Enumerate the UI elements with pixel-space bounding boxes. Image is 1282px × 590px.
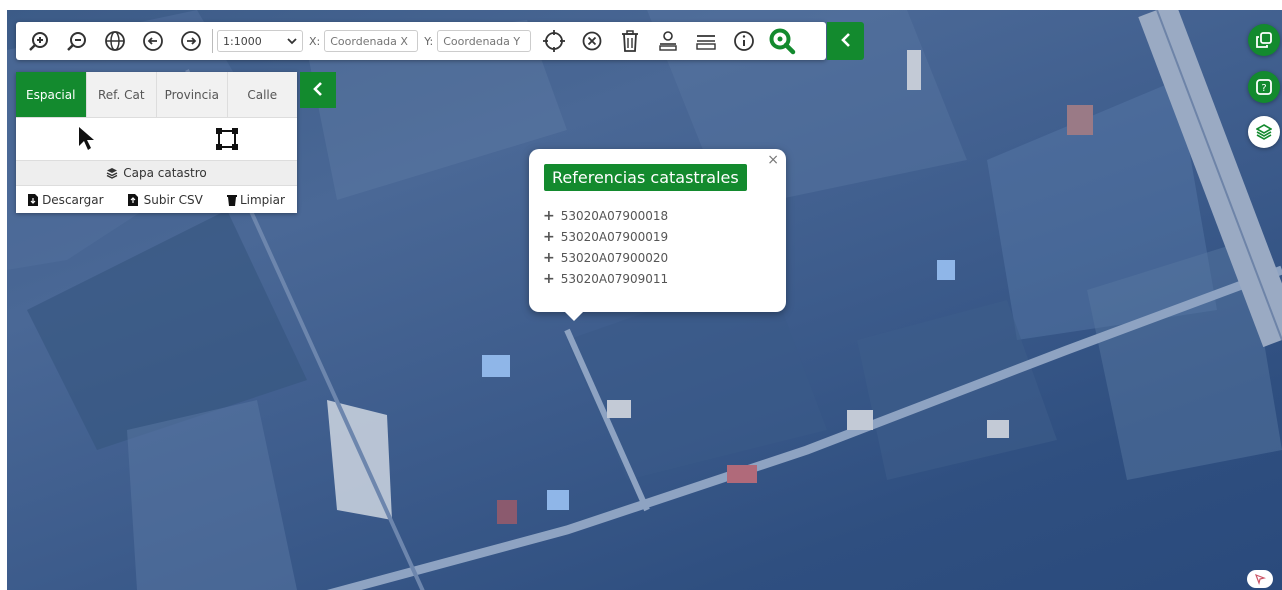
x-coordinate-input[interactable] [324, 30, 419, 52]
measure-distance-icon[interactable] [691, 26, 721, 56]
plus-icon: + [543, 207, 555, 224]
clear-label: Limpiar [239, 192, 285, 207]
toolbar-collapse-button[interactable] [827, 22, 864, 60]
clear-icon[interactable] [577, 26, 607, 56]
y-coordinate-input[interactable] [437, 30, 532, 52]
layer-label: Capa catastro [123, 166, 207, 180]
chevron-left-icon [312, 81, 324, 100]
measure-area-icon[interactable] [653, 26, 683, 56]
svg-text:?: ? [1261, 83, 1266, 94]
info-icon[interactable] [729, 26, 759, 56]
fullscreen-button[interactable] [1248, 24, 1280, 56]
trash-icon [226, 194, 237, 206]
cursor-icon [1254, 573, 1266, 585]
forward-icon[interactable] [176, 26, 206, 56]
zoom-in-icon[interactable] [24, 26, 54, 56]
help-icon: ? [1256, 79, 1272, 95]
list-item[interactable]: +53020A07900019 [543, 226, 668, 247]
back-icon[interactable] [138, 26, 168, 56]
zoom-out-icon[interactable] [62, 26, 92, 56]
map-toolbar: 1:1000 X: Y: [16, 22, 826, 60]
selection-tools [16, 118, 297, 161]
toolbar-divider [212, 29, 213, 53]
download-label: Descargar [42, 192, 104, 207]
layers-icon [1256, 124, 1272, 140]
list-item[interactable]: +53020A07909011 [543, 268, 668, 289]
upload-file-icon [127, 193, 138, 206]
plus-icon: + [543, 249, 555, 266]
help-button[interactable]: ? [1248, 71, 1280, 103]
tab-calle[interactable]: Calle [227, 72, 297, 117]
copy-window-icon [1256, 32, 1272, 48]
download-button[interactable]: Descargar [28, 192, 104, 207]
plus-icon: + [543, 228, 555, 245]
globe-icon[interactable] [100, 26, 130, 56]
scale-select[interactable]: 1:1000 [217, 30, 303, 52]
layers-button[interactable] [1248, 116, 1280, 148]
pointer-select-icon[interactable] [16, 126, 157, 152]
clear-button[interactable]: Limpiar [226, 192, 285, 207]
list-item[interactable]: +53020A07900020 [543, 247, 668, 268]
cadastre-layer-button[interactable]: Capa catastro [16, 161, 297, 186]
cursor-mode-button[interactable] [1247, 570, 1273, 588]
list-item[interactable]: +53020A07900018 [543, 205, 668, 226]
trash-icon[interactable] [615, 26, 645, 56]
y-label: Y: [424, 34, 434, 48]
box-select-icon[interactable] [157, 127, 298, 151]
reference-label: 53020A07900019 [560, 229, 669, 244]
panel-collapse-button[interactable] [300, 72, 336, 108]
download-file-icon [28, 193, 39, 206]
search-tabs: Espacial Ref. Cat Provincia Calle [16, 72, 297, 118]
reference-label: 53020A07900018 [560, 208, 669, 223]
chevron-down-icon [287, 35, 297, 48]
upload-csv-button[interactable]: Subir CSV [127, 192, 203, 207]
tab-provincia[interactable]: Provincia [157, 72, 228, 117]
tab-ref-cat[interactable]: Ref. Cat [86, 72, 157, 117]
cadastral-references-popup: × Referencias catastrales +53020A0790001… [529, 149, 786, 321]
plus-icon: + [543, 270, 555, 287]
x-label: X: [309, 34, 321, 48]
upload-csv-label: Subir CSV [143, 192, 203, 207]
search-panel: Espacial Ref. Cat Provincia Calle Capa c… [16, 72, 297, 213]
reference-label: 53020A07900020 [560, 250, 669, 265]
chevron-left-icon [840, 32, 852, 51]
scale-value: 1:1000 [223, 34, 262, 48]
search-parcel-icon[interactable] [767, 26, 797, 56]
locate-icon[interactable] [539, 26, 569, 56]
popup-title: Referencias catastrales [544, 164, 747, 191]
panel-actions: Descargar Subir CSV Limpiar [16, 186, 297, 213]
reference-list: +53020A07900018 +53020A07900019 +53020A0… [543, 205, 668, 289]
close-icon[interactable]: × [767, 152, 779, 168]
tab-espacial[interactable]: Espacial [16, 72, 87, 117]
layers-icon [106, 167, 118, 179]
reference-label: 53020A07909011 [560, 271, 669, 286]
